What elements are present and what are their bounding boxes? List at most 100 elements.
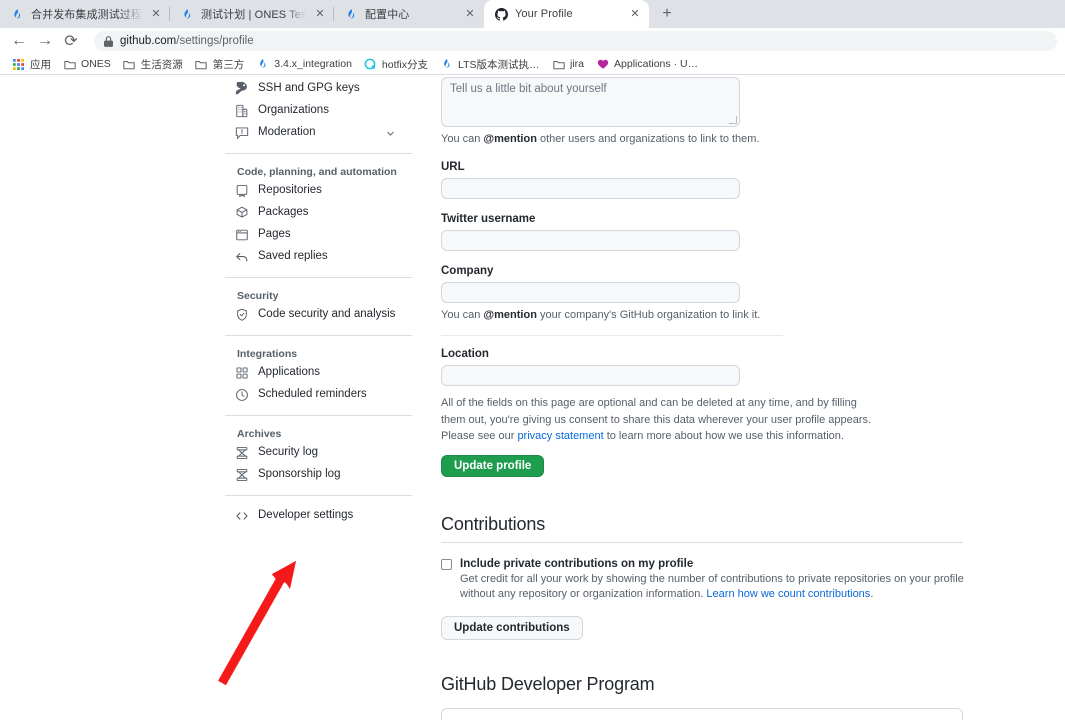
bookmark-third-party[interactable]: 第三方	[189, 55, 251, 73]
close-icon[interactable]: ✕	[627, 6, 643, 22]
bookmark-label: 3.4.x_integration	[274, 58, 352, 70]
browser-chrome: 合并发布集成测试过程管理 | ON ✕ 测试计划 | ONES TestCase…	[0, 0, 1065, 75]
sidebar-divider	[225, 277, 412, 278]
browser-tab-3[interactable]: 配置中心 ✕	[334, 0, 484, 28]
include-private-contributions-checkbox[interactable]	[441, 558, 452, 570]
log-icon	[234, 467, 250, 483]
bio-hint: You can @mention other users and organiz…	[441, 131, 981, 148]
sidebar-item-repositories[interactable]: Repositories	[225, 180, 412, 202]
url-input[interactable]	[441, 177, 740, 199]
purple-heart-icon	[596, 58, 609, 71]
sidebar-item-packages[interactable]: Packages	[225, 202, 412, 224]
sidebar-heading-archives: Archives	[237, 427, 282, 440]
location-label: Location	[441, 348, 489, 360]
apps-grid-icon	[12, 58, 25, 71]
bookmark-integration[interactable]: 3.4.x_integration	[250, 55, 358, 73]
cyan-circle-icon	[364, 58, 377, 71]
bookmark-jira[interactable]: jira	[546, 55, 590, 73]
package-icon	[234, 205, 250, 221]
sidebar-item-applications[interactable]: Applications	[225, 362, 412, 384]
bio-placeholder: Tell us a little bit about yourself	[450, 83, 607, 95]
sidebar-item-scheduled-reminders[interactable]: Scheduled reminders	[225, 384, 412, 406]
sidebar-item-pages[interactable]: Pages	[225, 224, 412, 246]
browser-tab-1[interactable]: 合并发布集成测试过程管理 | ON ✕	[0, 0, 170, 28]
consent-line-2: them out, you're giving us consent to sh…	[441, 413, 872, 426]
consent-text: All of the fields on this page are optio…	[441, 395, 981, 445]
update-profile-button[interactable]: Update profile	[441, 454, 545, 477]
address-bar[interactable]: github.com/settings/profile	[94, 31, 1057, 51]
browser-toolbar: ← → ⟳ github.com/settings/profile	[0, 28, 1065, 54]
developer-program-title: GitHub Developer Program	[441, 674, 655, 695]
bookmark-label: LTS版本测试执行…	[458, 58, 540, 71]
bookmark-life-resources[interactable]: 生活资源	[117, 55, 189, 73]
company-input[interactable]	[441, 281, 740, 303]
report-icon	[234, 125, 250, 141]
twitter-username-input[interactable]	[441, 229, 740, 251]
bookmarks-bar: 应用 ONES 生活资源 第三方 3.4.x_integration hotfi…	[0, 54, 1065, 75]
ones-icon	[180, 7, 194, 21]
bookmark-label: Applications · Use…	[614, 58, 699, 70]
browser-tab-4-active[interactable]: Your Profile ✕	[484, 0, 649, 28]
learn-how-we-count-contributions-link[interactable]: Learn how we count contributions	[706, 588, 870, 600]
consent-line-3-pre: Please see our	[441, 430, 518, 442]
bookmark-apps[interactable]: 应用	[6, 55, 57, 73]
close-icon[interactable]: ✕	[312, 6, 328, 22]
close-icon[interactable]: ✕	[148, 6, 164, 22]
lock-icon	[104, 35, 113, 47]
apps-icon	[234, 365, 250, 381]
ones-icon	[344, 7, 358, 21]
github-icon	[494, 7, 508, 21]
bio-hint-pre: You can	[441, 133, 484, 145]
location-input[interactable]	[441, 365, 740, 386]
folder-icon	[63, 58, 76, 71]
include-private-contributions-description: Get credit for all your work by showing …	[460, 572, 970, 604]
sidebar-item-sponsorship-log[interactable]: Sponsorship log	[225, 464, 412, 486]
back-icon[interactable]: ←	[8, 30, 30, 52]
bookmark-ones[interactable]: ONES	[57, 55, 117, 73]
company-hint-mention: @mention	[483, 308, 537, 321]
sidebar-item-label: Repositories	[258, 184, 322, 197]
contributions-title: Contributions	[441, 513, 546, 534]
sidebar-item-label: Developer settings	[258, 509, 354, 522]
sidebar-item-security-log[interactable]: Security log	[225, 442, 412, 464]
new-tab-button[interactable]: +	[653, 0, 681, 28]
clock-icon	[234, 387, 250, 403]
bookmark-lts-test[interactable]: LTS版本测试执行…	[434, 55, 546, 73]
contributions-desc-line-2-post: .	[870, 588, 874, 601]
bio-hint-post: other users and organizations to link to…	[536, 133, 760, 145]
sidebar-heading-security: Security	[237, 289, 279, 302]
sidebar-item-ssh-and-gpg-keys[interactable]: SSH and GPG keys	[225, 78, 412, 100]
bookmark-label: 生活资源	[140, 58, 183, 71]
reload-icon[interactable]: ⟳	[60, 30, 82, 52]
ones-icon	[10, 7, 24, 21]
privacy-statement-link[interactable]: privacy statement	[517, 430, 603, 442]
log-icon	[234, 445, 250, 461]
sidebar-item-label: Packages	[258, 206, 309, 219]
sidebar-item-organizations[interactable]: Organizations	[225, 100, 412, 122]
sidebar-item-moderation[interactable]: Moderation	[225, 122, 412, 144]
tab-title: Your Profile	[515, 8, 573, 20]
browser-tab-2[interactable]: 测试计划 | ONES TestCase ✕	[170, 0, 334, 28]
code-icon	[234, 508, 250, 524]
chevron-down-icon[interactable]	[385, 128, 396, 139]
sidebar-item-developer-settings[interactable]: Developer settings	[225, 505, 412, 527]
bookmark-label: 第三方	[212, 58, 245, 71]
sidebar-item-code-security-and-analysis[interactable]: Code security and analysis	[225, 304, 412, 326]
close-icon[interactable]: ✕	[462, 6, 478, 22]
bookmark-label: jira	[570, 58, 585, 70]
company-hint: You can @mention your company's GitHub o…	[441, 307, 981, 324]
sidebar-heading-integrations: Integrations	[237, 347, 298, 360]
update-contributions-button[interactable]: Update contributions	[441, 616, 583, 641]
sidebar-divider	[225, 153, 412, 154]
url-host: github.com	[120, 35, 177, 47]
bookmark-hotfix[interactable]: hotfix分支	[358, 55, 434, 73]
arrow-icon	[218, 561, 296, 686]
sidebar-item-saved-replies[interactable]: Saved replies	[225, 246, 412, 268]
sidebar-item-label: Security log	[258, 446, 319, 459]
bookmark-applications-use[interactable]: Applications · Use…	[590, 55, 705, 73]
ones-icon	[440, 58, 453, 71]
bio-textarea[interactable]: Tell us a little bit about yourself	[441, 77, 740, 127]
forward-icon[interactable]: →	[34, 30, 56, 52]
include-private-contributions-row[interactable]: Include private contributions on my prof…	[441, 558, 981, 604]
include-private-contributions-label: Include private contributions on my prof…	[460, 557, 694, 570]
